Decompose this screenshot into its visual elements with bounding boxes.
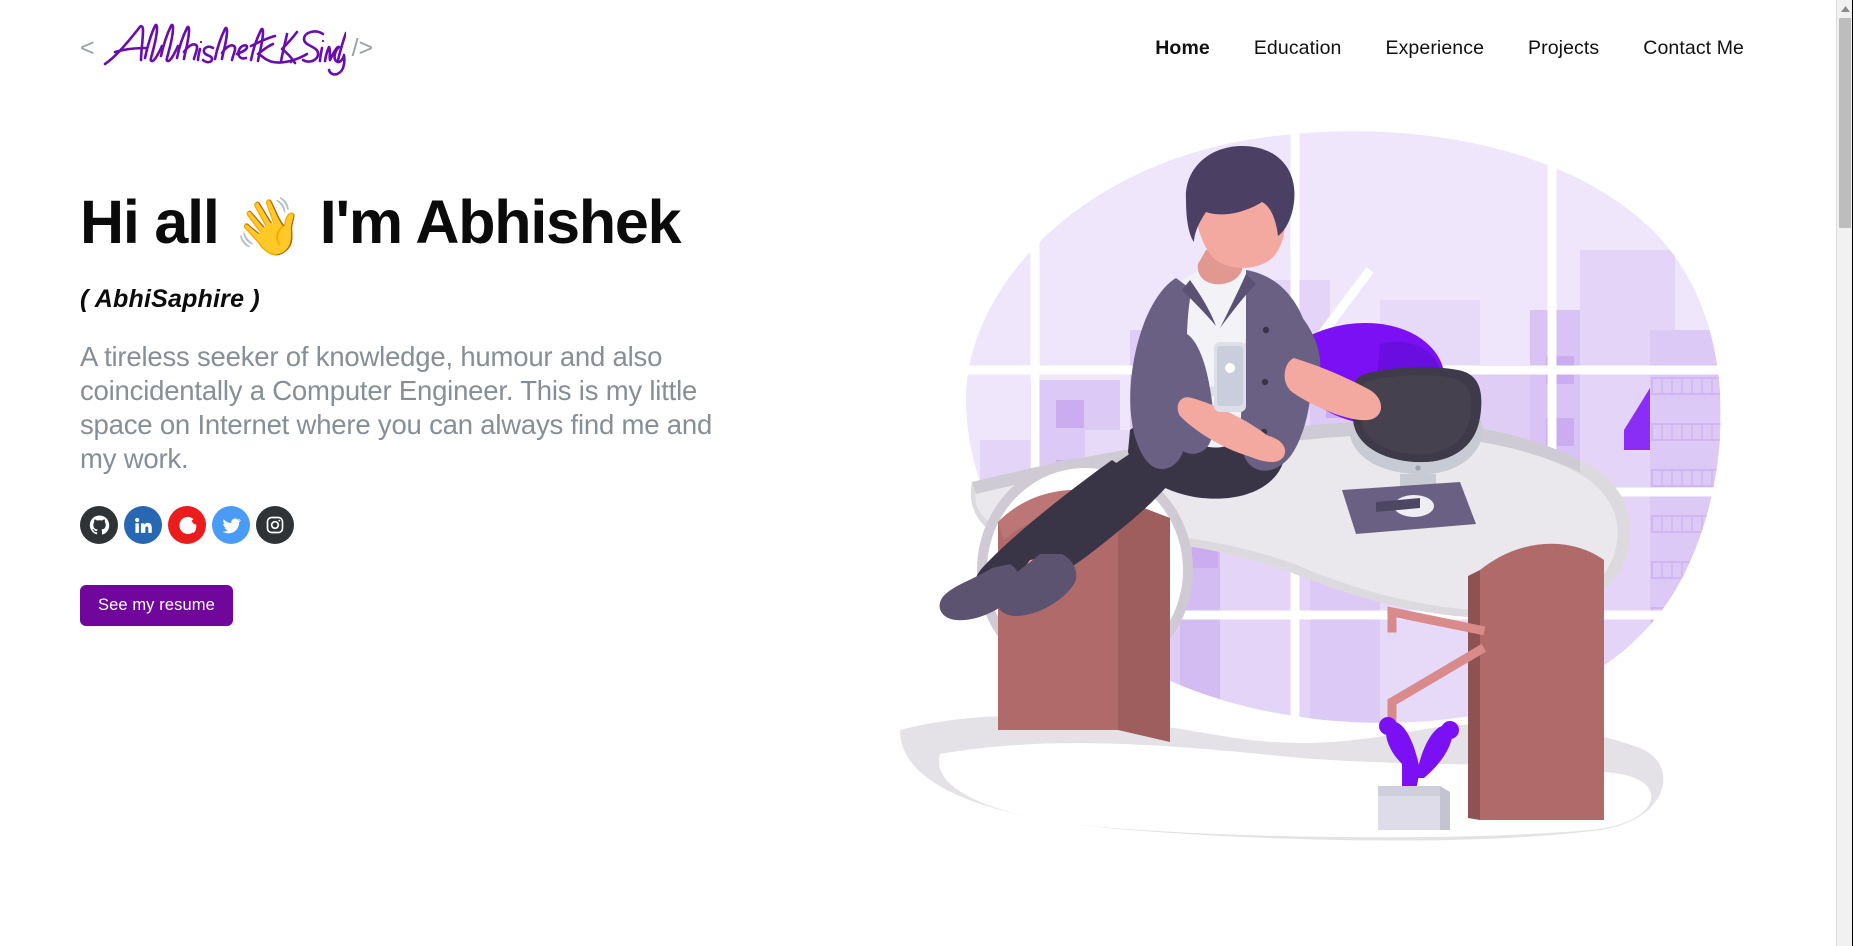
hero-illustration (880, 130, 1740, 850)
waving-hand-icon: 👋 (234, 195, 305, 258)
linkedin-icon (135, 518, 152, 534)
social-links (80, 506, 780, 545)
bio-paragraph: A tireless seeker of knowledge, humour a… (80, 341, 713, 475)
hero-text-column: Hi all 👋 I'm Abhishek ( AbhiSaphire ) A … (80, 188, 780, 627)
site-header: < /> Home Education Experience Projects … (0, 0, 1836, 96)
nav-item-education[interactable]: Education (1232, 31, 1364, 66)
nav-item-projects[interactable]: Projects (1506, 31, 1621, 66)
nav-item-home[interactable]: Home (1133, 31, 1232, 66)
scroll-thumb[interactable] (1839, 18, 1851, 228)
github-icon (89, 515, 109, 535)
social-link-linkedin[interactable] (124, 506, 162, 545)
scroll-up-arrow-icon[interactable] (1837, 0, 1853, 17)
chevron-up-icon (1840, 5, 1850, 12)
logo-close-bracket-icon: /> (351, 33, 374, 62)
site-logo[interactable]: < /> (80, 13, 373, 83)
see-my-resume-button[interactable]: See my resume (80, 585, 233, 627)
main-navigation: Home Education Experience Projects Conta… (1133, 31, 1766, 66)
logo-open-bracket-icon: < (80, 33, 95, 62)
google-icon (178, 516, 196, 535)
signature-logo-icon (101, 16, 346, 80)
social-link-twitter[interactable] (212, 506, 250, 545)
social-link-google[interactable] (168, 506, 206, 545)
social-link-instagram[interactable] (256, 506, 294, 545)
twitter-icon (222, 518, 241, 534)
greeting-prefix: Hi all (80, 188, 235, 256)
vertical-scrollbar[interactable] (1836, 0, 1853, 946)
page-title: Hi all 👋 I'm Abhishek (80, 188, 780, 258)
nav-item-experience[interactable]: Experience (1363, 31, 1506, 66)
greeting-suffix: I'm Abhishek (304, 188, 682, 256)
page-root: < /> Home Education Experience Projects … (0, 0, 1853, 946)
alias-subtitle: ( AbhiSaphire ) (80, 285, 260, 314)
nav-item-contact-me[interactable]: Contact Me (1621, 31, 1766, 66)
instagram-icon (266, 517, 284, 534)
social-link-github[interactable] (80, 506, 118, 545)
smartphone (1214, 342, 1246, 412)
